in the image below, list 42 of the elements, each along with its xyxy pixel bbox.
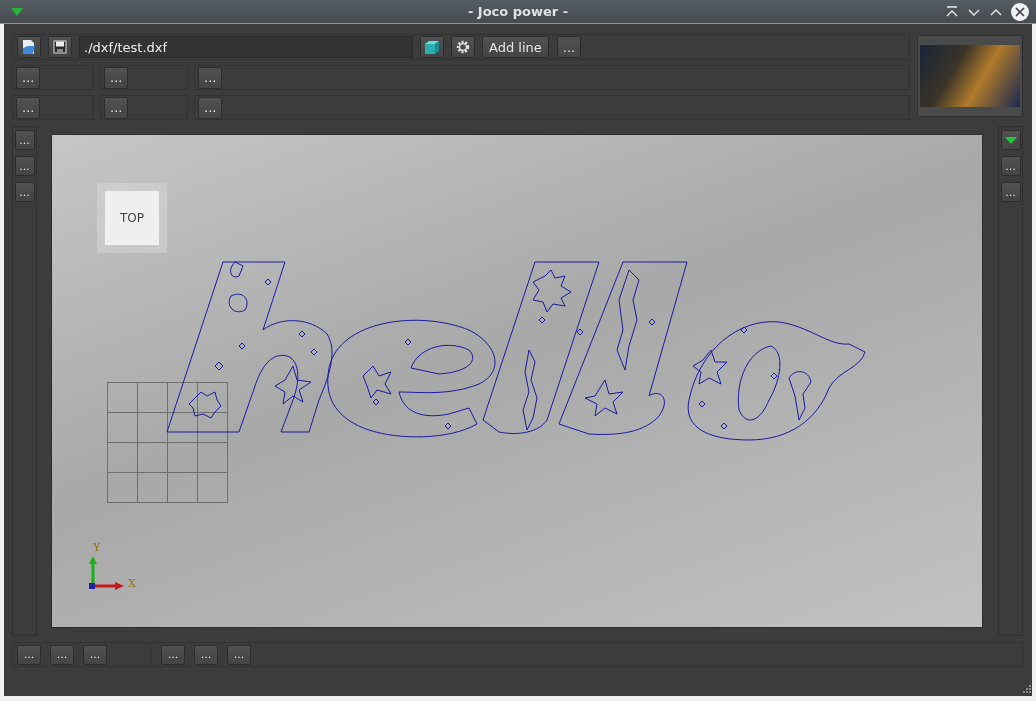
menu-button[interactable] [1000,130,1021,150]
settings-button[interactable] [451,36,475,58]
more-button[interactable]: ... [556,36,582,58]
more-button[interactable]: ... [83,644,107,665]
document-icon [21,39,37,55]
triangle-icon [1004,135,1017,145]
more-button[interactable]: ... [104,66,129,89]
3d-viewport[interactable]: TOP Y X [52,135,982,627]
more-button[interactable]: ... [227,644,251,665]
more-button[interactable]: ... [194,644,218,665]
more-button[interactable]: ... [50,644,74,665]
view-cube[interactable]: TOP [105,191,159,245]
more-button[interactable]: ... [16,66,41,89]
more-button[interactable]: ... [14,182,35,202]
more-button[interactable]: ... [198,96,223,119]
more-button[interactable]: ... [104,96,129,119]
more-button[interactable]: ... [17,644,41,665]
origin-marker [89,583,95,589]
settings-icon [455,39,471,55]
y-axis-label: Y [93,541,101,554]
x-axis-arrow [93,582,124,590]
more-button[interactable]: ... [14,156,35,176]
more-button[interactable]: ... [161,644,185,665]
close-icon[interactable] [1011,2,1029,21]
more-button[interactable]: ... [1000,156,1021,176]
more-button[interactable]: ... [198,66,223,89]
more-button[interactable]: ... [1000,182,1021,202]
y-axis-arrow [89,556,97,585]
open-file-button[interactable] [17,36,41,58]
window-title: - Joco power - [467,4,569,19]
file-path-field[interactable]: ./dxf/test.dxf [79,36,413,58]
x-axis-label: X [128,577,136,590]
add-line-button[interactable]: Add line [482,36,549,58]
more-button[interactable]: ... [14,130,35,150]
window-menu-icon[interactable] [10,6,24,17]
view-label: TOP [120,211,144,225]
keep-above-icon[interactable] [945,5,959,18]
more-button[interactable]: ... [16,96,41,119]
save-button[interactable] [48,36,72,58]
resize-grip-icon[interactable] [1021,684,1031,694]
cube-icon [424,39,440,55]
3d-view-button[interactable] [420,36,444,58]
